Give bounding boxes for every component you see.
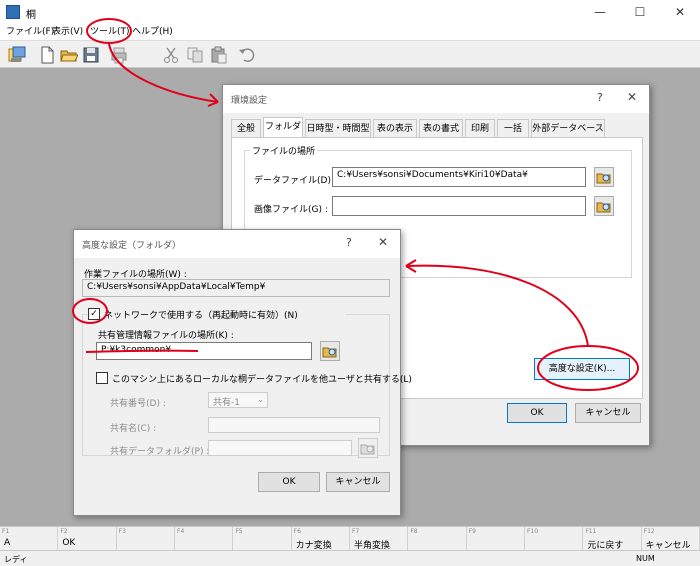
advanced-settings-button[interactable]: 高度な設定(K)... — [534, 358, 630, 380]
dialog-title: 高度な設定（フォルダ） — [82, 241, 182, 251]
share-local-checkbox[interactable]: このマシン上にあるローカルな桐データファイルを他ユーザと共有する(L) — [96, 371, 412, 385]
cancel-button[interactable]: キャンセル — [575, 403, 641, 423]
help-button[interactable]: ? — [597, 91, 603, 104]
close-button[interactable]: ✕ — [660, 0, 700, 24]
print-icon[interactable] — [108, 44, 130, 66]
checkbox-unchecked-icon — [96, 372, 108, 384]
shared-mgmt-input[interactable]: P:¥k3common¥ — [96, 342, 312, 360]
window-title: 桐 — [26, 10, 36, 21]
tab-strip: 全般 フォルダ 日時型・時間型 表の表示 表の書式 印刷 一括 外部データベース — [231, 117, 643, 139]
cancel-button[interactable]: キャンセル — [326, 472, 390, 492]
tab-table-format[interactable]: 表の書式 — [419, 119, 463, 137]
menu-help[interactable]: ヘルプ(H) — [130, 24, 175, 40]
share-no-select[interactable]: 共有-1 ⌄ — [208, 392, 268, 408]
fkey-number: F3 — [118, 528, 126, 535]
dialog-close-button[interactable]: ✕ — [378, 235, 388, 249]
fkey-number: F7 — [352, 528, 360, 535]
tab-print[interactable]: 印刷 — [465, 119, 495, 137]
dialog-close-button[interactable]: ✕ — [627, 90, 637, 104]
data-file-input[interactable]: C:¥Users¥sonsi¥Documents¥Kiri10¥Data¥ — [332, 167, 586, 187]
tab-table-display[interactable]: 表の表示 — [373, 119, 417, 137]
dialog-title-bar: 環境設定 ? ✕ — [223, 85, 649, 113]
status-bar: レディ NUM — [0, 550, 700, 566]
work-file-input: C:¥Users¥sonsi¥AppData¥Local¥Temp¥ — [82, 279, 390, 297]
copy-icon[interactable] — [184, 44, 206, 66]
menu-view[interactable]: 表示(V) — [50, 24, 85, 40]
advanced-folder-dialog: 高度な設定（フォルダ） ? ✕ 作業ファイルの場所(W) : C:¥Users¥… — [73, 229, 412, 516]
share-name-label: 共有名(C) : — [110, 424, 157, 434]
browse-folder-icon[interactable] — [594, 196, 614, 216]
menu-bar: ファイル(F) 表示(V) ツール(T) ヘルプ(H) — [0, 24, 700, 40]
fkey-number: F5 — [235, 528, 243, 535]
open-folder-icon[interactable] — [58, 44, 80, 66]
fkey-f1[interactable]: F1 A — [0, 527, 59, 551]
fkey-f6[interactable]: F6 カナ変換 — [292, 527, 350, 551]
fkey-f9[interactable]: F9 — [467, 527, 525, 551]
app-icon — [6, 5, 20, 19]
num-lock-indicator: NUM — [636, 554, 655, 563]
fkey-label: OK — [62, 538, 76, 548]
image-file-input[interactable] — [332, 196, 586, 216]
tab-general[interactable]: 全般 — [231, 119, 261, 137]
ok-button[interactable]: OK — [258, 472, 320, 492]
dialog-title: 環境設定 — [231, 96, 268, 106]
browse-folder-icon[interactable] — [594, 167, 614, 187]
minimize-button[interactable]: — — [580, 0, 620, 24]
fkey-number: F11 — [585, 528, 597, 535]
title-bar: 桐 — ☐ ✕ — [0, 0, 700, 24]
cut-icon[interactable] — [160, 44, 182, 66]
tab-datetime[interactable]: 日時型・時間型 — [305, 119, 371, 137]
toolbar — [0, 40, 700, 68]
fkey-number: F9 — [468, 528, 476, 535]
network-checkbox[interactable]: ✓ ネットワークで使用する（再起動時に有効）(N) — [88, 306, 346, 322]
status-text: レディ — [4, 555, 28, 564]
help-button[interactable]: ? — [346, 236, 352, 249]
function-key-bar: F1 A F2 OK F3 F4 F5 F6 カナ変換 F7 半角変換 F8 F9 F10 F11 元に戻す F… — [0, 526, 700, 551]
group-label: ファイルの場所 — [250, 144, 318, 157]
fkey-f5[interactable]: F5 — [233, 527, 292, 551]
fkey-f7[interactable]: F7 半角変換 — [350, 527, 409, 551]
share-folder-input[interactable] — [208, 440, 352, 456]
fkey-f3[interactable]: F3 — [117, 527, 175, 551]
maximize-button[interactable]: ☐ — [620, 0, 660, 24]
fkey-f10[interactable]: F10 — [525, 527, 584, 551]
fkey-number: F12 — [643, 528, 655, 535]
menu-file[interactable]: ファイル(F) — [4, 24, 56, 40]
fkey-label: A — [4, 538, 11, 548]
paste-icon[interactable] — [208, 44, 230, 66]
share-folder-label: 共有データフォルダ(P) : — [110, 447, 210, 457]
save-icon[interactable] — [80, 44, 102, 66]
ok-button[interactable]: OK — [507, 403, 567, 423]
fkey-number: F8 — [410, 528, 418, 535]
shared-mgmt-label: 共有管理情報ファイルの場所(K) : — [98, 331, 234, 341]
tab-external-db[interactable]: 外部データベース — [531, 119, 605, 137]
browse-folder-icon[interactable] — [320, 341, 340, 361]
open-db-icon[interactable] — [6, 44, 28, 66]
fkey-number: F10 — [527, 528, 539, 535]
chevron-down-icon: ⌄ — [257, 395, 264, 404]
menu-tools[interactable]: ツール(T) — [88, 24, 132, 40]
share-name-input[interactable] — [208, 417, 380, 433]
checkbox-checked-icon: ✓ — [88, 308, 100, 320]
fkey-f11[interactable]: F11 元に戻す — [583, 527, 642, 551]
fkey-f2[interactable]: F2 OK — [58, 527, 117, 551]
fkey-number: F6 — [293, 528, 301, 535]
fkey-f4[interactable]: F4 — [175, 527, 234, 551]
image-file-label: 画像ファイル(G) : — [254, 205, 328, 215]
browse-folder-icon[interactable] — [358, 438, 378, 458]
fkey-number: F4 — [177, 528, 185, 535]
undo-icon[interactable] — [236, 44, 258, 66]
tab-folder[interactable]: フォルダ — [263, 117, 303, 137]
data-file-label: データファイル(D) : — [254, 176, 337, 186]
dialog-title-bar: 高度な設定（フォルダ） ? ✕ — [74, 230, 400, 258]
tab-batch[interactable]: 一括 — [497, 119, 529, 137]
fkey-number: F1 — [2, 528, 10, 535]
share-no-label: 共有番号(D) : — [110, 399, 166, 409]
new-file-icon[interactable] — [36, 44, 58, 66]
fkey-f8[interactable]: F8 — [408, 527, 467, 551]
share-local-label: このマシン上にあるローカルな桐データファイルを他ユーザと共有する(L) — [112, 374, 412, 385]
fkey-f12[interactable]: F12 キャンセル — [642, 527, 700, 551]
fkey-number: F2 — [60, 528, 68, 535]
network-checkbox-label: ネットワークで使用する（再起動時に有効）(N) — [104, 310, 298, 321]
